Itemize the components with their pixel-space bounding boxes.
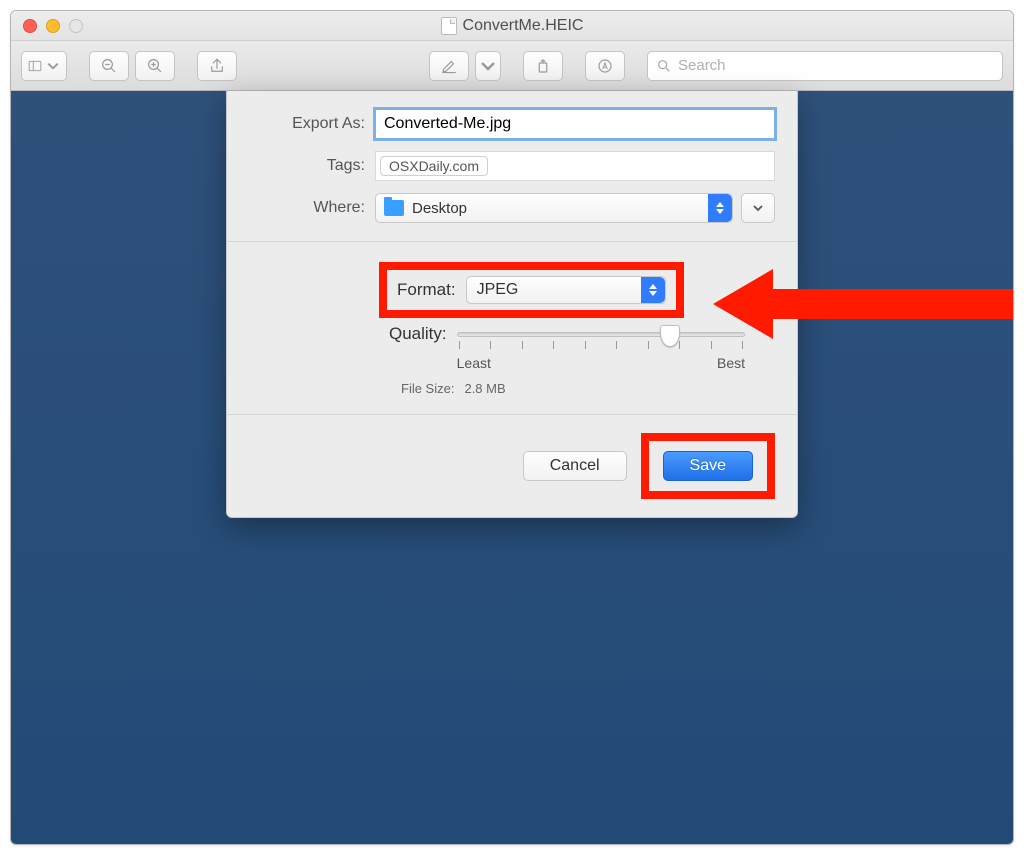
minimize-window-button[interactable] xyxy=(46,19,60,33)
quality-max-label: Best xyxy=(717,355,745,371)
chevron-down-icon xyxy=(479,57,497,75)
save-button[interactable]: Save xyxy=(663,451,753,481)
highlight-button[interactable] xyxy=(429,51,469,81)
format-value: JPEG xyxy=(477,281,519,299)
quality-slider[interactable] xyxy=(457,332,745,337)
toolbar xyxy=(11,41,1013,91)
search-input[interactable] xyxy=(678,57,994,74)
close-window-button[interactable] xyxy=(23,19,37,33)
format-select[interactable]: JPEG xyxy=(466,276,666,304)
search-icon xyxy=(656,58,672,74)
quality-min-label: Least xyxy=(457,355,491,371)
format-label: Format: xyxy=(397,280,456,300)
chevron-down-icon xyxy=(46,57,60,75)
where-label: Where: xyxy=(249,199,375,217)
rotate-icon xyxy=(534,57,552,75)
preview-window: ConvertMe.HEIC xyxy=(10,10,1014,845)
folder-icon xyxy=(384,200,404,216)
content-area: Export As: Tags: OSXDaily.com Where: Des… xyxy=(11,91,1013,844)
highlight-icon xyxy=(440,57,458,75)
tag-token: OSXDaily.com xyxy=(380,156,488,176)
export-as-input[interactable] xyxy=(375,109,775,139)
expand-location-button[interactable] xyxy=(741,193,775,223)
where-value: Desktop xyxy=(412,200,467,217)
sidebar-toggle-button[interactable] xyxy=(21,51,67,81)
export-sheet: Export As: Tags: OSXDaily.com Where: Des… xyxy=(226,91,798,518)
markup-icon xyxy=(596,57,614,75)
window-title-wrap: ConvertMe.HEIC xyxy=(11,17,1013,35)
search-field-wrap[interactable] xyxy=(647,51,1003,81)
annotation-highlight-format: Format: JPEG xyxy=(379,262,684,318)
document-icon xyxy=(441,17,457,35)
traffic-lights xyxy=(23,19,83,33)
cancel-button[interactable]: Cancel xyxy=(523,451,627,481)
share-icon xyxy=(208,57,226,75)
chevron-down-icon xyxy=(752,202,764,214)
zoom-out-icon xyxy=(100,57,118,75)
annotation-highlight-save: Save xyxy=(641,433,775,499)
tags-input[interactable]: OSXDaily.com xyxy=(375,151,775,181)
updown-arrows-icon xyxy=(641,277,665,303)
quality-label: Quality: xyxy=(389,324,447,344)
export-as-label: Export As: xyxy=(249,115,375,133)
markup-button[interactable] xyxy=(585,51,625,81)
zoom-in-icon xyxy=(146,57,164,75)
tags-label: Tags: xyxy=(249,157,375,175)
rotate-button[interactable] xyxy=(523,51,563,81)
highlight-menu-button[interactable] xyxy=(475,51,501,81)
updown-arrows-icon xyxy=(708,194,732,222)
titlebar: ConvertMe.HEIC xyxy=(11,11,1013,41)
share-button[interactable] xyxy=(197,51,237,81)
zoom-out-button[interactable] xyxy=(89,51,129,81)
filesize-value: 2.8 MB xyxy=(464,381,505,396)
zoom-window-button[interactable] xyxy=(69,19,83,33)
zoom-in-button[interactable] xyxy=(135,51,175,81)
where-select[interactable]: Desktop xyxy=(375,193,733,223)
sidebar-icon xyxy=(28,57,42,75)
filesize-label: File Size: xyxy=(401,381,454,396)
window-title: ConvertMe.HEIC xyxy=(463,17,584,35)
slider-ticks xyxy=(457,341,745,349)
